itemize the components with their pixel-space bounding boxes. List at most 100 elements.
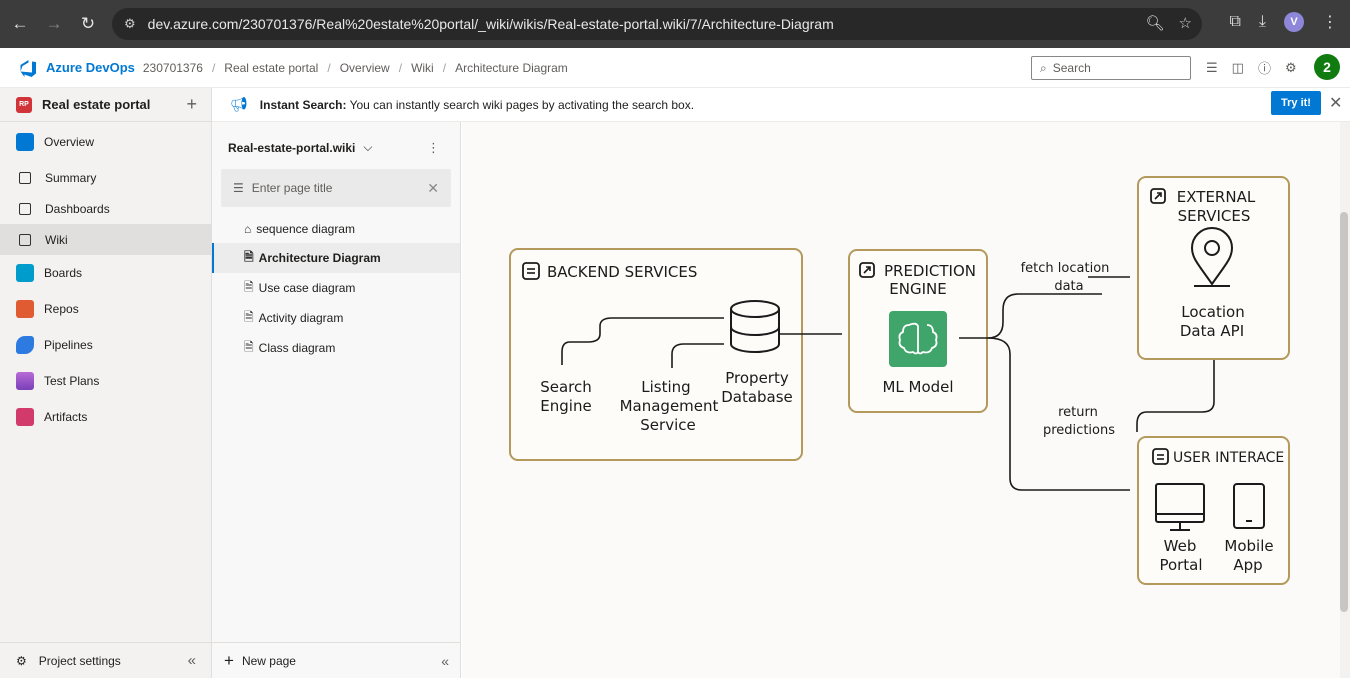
back-icon[interactable]: ←: [6, 10, 34, 38]
user-avatar[interactable]: 2: [1314, 54, 1340, 80]
listing-line1: Listing: [641, 378, 690, 396]
sidebar-item-summary[interactable]: Summary: [0, 162, 211, 193]
bookmark-star-icon[interactable]: ☆: [1179, 14, 1192, 32]
breadcrumb-org[interactable]: 230701376: [143, 61, 203, 75]
page-icon: 🗎︎: [244, 279, 254, 294]
project-name[interactable]: Real estate portal: [42, 97, 150, 112]
site-settings-icon[interactable]: ⚙: [124, 16, 136, 32]
azure-devops-logo-icon[interactable]: [18, 58, 38, 78]
address-bar[interactable]: ⚙ dev.azure.com/230701376/Real%20estate%…: [112, 8, 1202, 40]
download-icon[interactable]: ⤓: [1259, 13, 1266, 31]
zoom-icon[interactable]: 🔍︎: [1146, 14, 1165, 32]
boards-icon: [16, 264, 34, 282]
close-icon[interactable]: ✕: [1329, 93, 1342, 113]
filter-icon: ☰: [233, 181, 244, 195]
task-list-icon[interactable]: ☰: [1206, 60, 1218, 76]
sidebar-item-label: Artifacts: [44, 410, 88, 424]
page-label: Use case diagram: [258, 281, 356, 295]
search-icon: ⌕: [1040, 60, 1047, 75]
prediction-title-line2: ENGINE: [889, 280, 946, 298]
marketplace-bag-icon[interactable]: ◫: [1232, 60, 1244, 76]
sidebar-item-pipelines[interactable]: Pipelines: [0, 327, 211, 363]
sidebar-item-label: Wiki: [45, 232, 68, 247]
listing-line3: Service: [640, 416, 695, 434]
test-plans-icon: [16, 372, 34, 390]
wiki-name: Real-estate-portal.wiki: [228, 140, 356, 155]
new-page-button[interactable]: + New page «: [212, 642, 461, 678]
help-icon[interactable]: ⓘ: [1258, 58, 1271, 77]
more-options-icon[interactable]: ⋮: [427, 140, 440, 156]
web-label-line2: Portal: [1159, 556, 1202, 574]
forward-icon[interactable]: →: [40, 10, 68, 38]
breadcrumb-overview[interactable]: Overview: [340, 61, 390, 75]
sidebar-item-label: Summary: [45, 170, 97, 185]
sidebar-item-boards[interactable]: Boards: [0, 255, 211, 291]
architecture-diagram: BACKEND SERVICES Property Database Searc…: [509, 176, 1290, 585]
prediction-title-line1: PREDICTION: [884, 262, 976, 280]
megaphone-icon: 📢︎: [230, 96, 248, 112]
collapse-sidebar-icon[interactable]: «: [188, 652, 196, 669]
collapse-tree-icon[interactable]: «: [441, 653, 449, 669]
sidebar-item-repos[interactable]: Repos: [0, 291, 211, 327]
sidebar-item-test-plans[interactable]: Test Plans: [0, 363, 211, 399]
reload-icon[interactable]: ↻: [74, 10, 102, 38]
wiki-page-item-selected[interactable]: 🗎︎ Architecture Diagram: [212, 243, 460, 273]
page-icon: 🗎︎: [244, 309, 254, 324]
user-settings-icon[interactable]: ⚙: [1285, 60, 1297, 76]
add-icon[interactable]: +: [186, 94, 197, 115]
repos-icon: [16, 300, 34, 318]
scrollbar-thumb[interactable]: [1340, 212, 1348, 612]
project-badge: RP: [16, 96, 32, 113]
sidebar-item-overview[interactable]: Overview: [0, 122, 211, 162]
backend-title: BACKEND SERVICES: [547, 263, 697, 281]
breadcrumb-separator: /: [327, 60, 331, 75]
extensions-icon[interactable]: ⧉: [1229, 13, 1240, 31]
user-title: USER INTERACE: [1173, 450, 1284, 466]
try-it-button[interactable]: Try it!: [1271, 91, 1321, 115]
sidebar-item-label: Overview: [44, 135, 95, 149]
wiki-selector[interactable]: Real-estate-portal.wiki ⌵: [228, 140, 372, 155]
search-engine-line1: Search: [540, 378, 592, 396]
api-label-line2: Data API: [1180, 322, 1244, 340]
wiki-page-item[interactable]: ⌂ sequence diagram: [212, 214, 460, 244]
listing-line2: Management: [620, 397, 719, 415]
profile-avatar[interactable]: V: [1284, 12, 1304, 32]
mobile-label-line1: Mobile: [1224, 537, 1273, 555]
wiki-page-item[interactable]: 🗎︎ Activity diagram: [212, 303, 460, 333]
breadcrumb-page[interactable]: Architecture Diagram: [455, 61, 568, 75]
banner-title: Instant Search:: [259, 97, 347, 112]
overview-icon: [16, 133, 34, 151]
sidebar-item-wiki[interactable]: Wiki: [0, 224, 211, 255]
chevron-down-icon: ⌵: [363, 140, 373, 154]
breadcrumb-wiki[interactable]: Wiki: [411, 61, 434, 75]
url-text[interactable]: dev.azure.com/230701376/Real%20estate%20…: [148, 16, 834, 32]
project-settings-link[interactable]: ⚙ Project settings «: [0, 642, 212, 678]
sidebar-item-artifacts[interactable]: Artifacts: [0, 399, 211, 435]
api-label-line1: Location: [1181, 303, 1244, 321]
db-label-line1: Property: [725, 369, 789, 387]
arrow-return-predictions: [1136, 360, 1215, 432]
ado-header: Azure DevOps 230701376 / Real estate por…: [0, 48, 1350, 88]
filter-placeholder: Enter page title: [251, 181, 333, 195]
project-header[interactable]: RP Real estate portal +: [0, 88, 211, 122]
web-label-line1: Web: [1164, 537, 1197, 555]
page-icon: 🗎︎: [244, 249, 254, 264]
plus-icon: +: [224, 650, 234, 670]
wiki-page-item[interactable]: 🗎︎ Use case diagram: [212, 273, 460, 303]
wiki-page-item[interactable]: 🗎︎ Class diagram: [212, 333, 460, 363]
search-input[interactable]: ⌕ Search: [1031, 56, 1191, 80]
breadcrumb-project[interactable]: Real estate portal: [224, 61, 318, 75]
brand-link[interactable]: Azure DevOps: [46, 60, 135, 75]
gear-icon: ⚙: [16, 653, 27, 668]
content-scrollbar[interactable]: [1340, 122, 1350, 678]
pipelines-icon: [16, 336, 34, 354]
return-label-line1: return: [1058, 405, 1098, 420]
clear-filter-icon[interactable]: ✕: [427, 180, 439, 197]
sidebar-item-dashboards[interactable]: Dashboards: [0, 193, 211, 224]
page-label: sequence diagram: [256, 222, 355, 236]
page-filter-input[interactable]: ☰ Enter page title ✕: [221, 169, 451, 207]
ml-model-label: ML Model: [882, 378, 953, 396]
browser-menu-icon[interactable]: ⋮: [1322, 12, 1338, 32]
sidebar-item-label: Test Plans: [44, 374, 100, 388]
return-label-line2: predictions: [1043, 423, 1115, 438]
